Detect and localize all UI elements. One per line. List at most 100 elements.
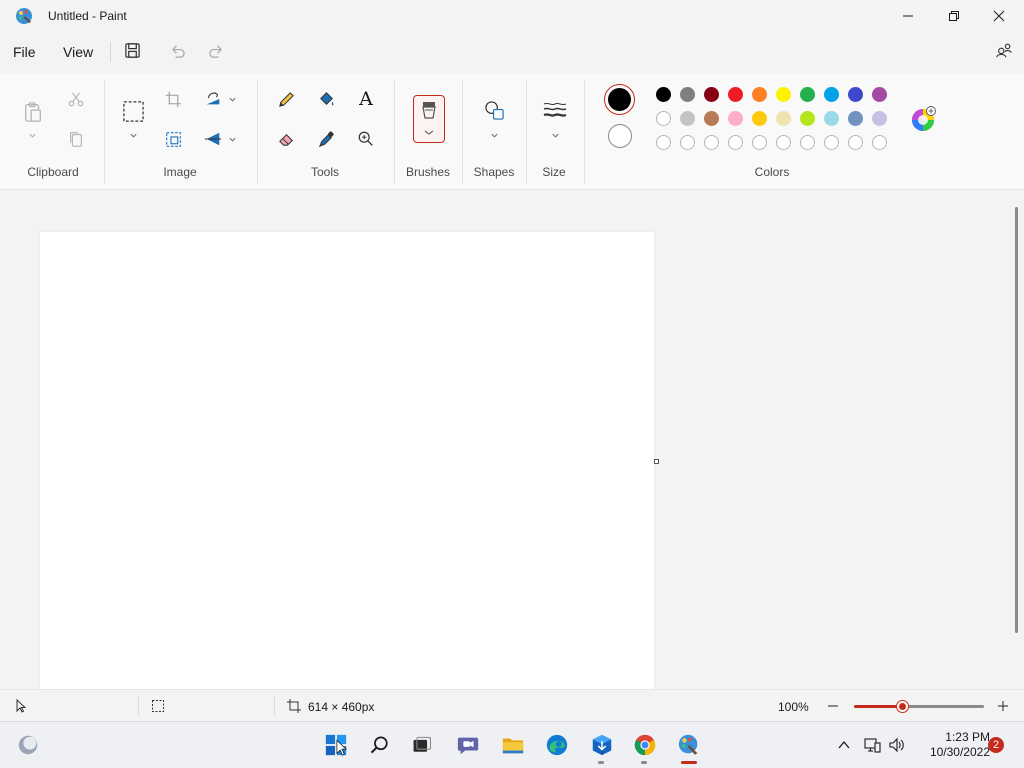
color-swatch[interactable] <box>656 135 671 150</box>
edge-icon[interactable] <box>544 732 570 758</box>
color-swatch[interactable] <box>824 135 839 150</box>
minimize-button[interactable] <box>885 0 931 32</box>
clipboard-group-label: Clipboard <box>27 165 79 179</box>
select-dropdown-chevron-icon[interactable] <box>128 130 138 140</box>
canvas-size-icon <box>287 699 301 713</box>
eraser-icon[interactable] <box>275 128 297 150</box>
flip-dropdown-chevron-icon[interactable] <box>227 134 237 144</box>
paste-icon[interactable] <box>21 100 45 124</box>
color-swatch[interactable] <box>728 87 743 102</box>
task-view-icon[interactable] <box>409 732 435 758</box>
zoom-out-icon[interactable] <box>826 699 840 713</box>
edit-colors-button[interactable] <box>910 106 936 132</box>
color-swatch[interactable] <box>728 111 743 126</box>
paste-dropdown-chevron-icon[interactable] <box>27 130 37 140</box>
color-swatch[interactable] <box>800 111 815 126</box>
zoom-slider-fill <box>854 705 903 708</box>
resize-icon[interactable] <box>162 128 184 150</box>
text-tool-icon[interactable]: A <box>355 88 377 110</box>
minimize-icon <box>903 15 913 17</box>
app-installer-icon[interactable] <box>589 732 615 758</box>
flip-icon[interactable] <box>202 128 224 150</box>
rotate-dropdown-chevron-icon[interactable] <box>227 94 237 104</box>
color-swatch[interactable] <box>872 87 887 102</box>
show-hidden-icons-chevron-icon[interactable] <box>836 737 852 753</box>
color-swatch[interactable] <box>704 87 719 102</box>
zoom-slider[interactable] <box>854 701 984 712</box>
color-swatch[interactable] <box>800 87 815 102</box>
drawing-canvas[interactable] <box>40 232 654 692</box>
color-swatch[interactable] <box>872 135 887 150</box>
copy-icon[interactable] <box>65 128 87 150</box>
zoom-in-icon[interactable] <box>996 699 1010 713</box>
secondary-color-button[interactable] <box>608 124 632 148</box>
cut-icon[interactable] <box>65 88 87 110</box>
select-icon[interactable] <box>121 99 145 123</box>
color-swatch[interactable] <box>656 87 671 102</box>
color-swatch[interactable] <box>848 111 863 126</box>
volume-icon[interactable] <box>888 736 906 754</box>
fill-bucket-icon[interactable] <box>315 88 337 110</box>
color-swatch[interactable] <box>776 135 791 150</box>
zoom-slider-thumb[interactable] <box>897 701 908 712</box>
color-swatch[interactable] <box>656 111 671 126</box>
system-clock[interactable]: 1:23 PM 10/30/2022 <box>914 730 990 760</box>
teams-chat-icon[interactable] <box>455 732 481 758</box>
size-icon[interactable] <box>543 99 567 121</box>
ribbon-divider <box>526 80 527 184</box>
file-explorer-icon[interactable] <box>500 732 526 758</box>
cursor-position-icon <box>14 698 28 713</box>
color-swatch[interactable] <box>680 111 695 126</box>
color-swatch[interactable] <box>824 87 839 102</box>
size-dropdown-chevron-icon[interactable] <box>550 130 560 140</box>
color-swatch[interactable] <box>680 135 695 150</box>
color-swatch[interactable] <box>776 87 791 102</box>
color-swatch[interactable] <box>752 135 767 150</box>
start-icon[interactable] <box>323 732 349 758</box>
network-icon[interactable] <box>863 736 881 754</box>
restore-button[interactable] <box>931 0 977 32</box>
status-divider <box>274 696 275 716</box>
color-swatch[interactable] <box>704 111 719 126</box>
file-menu[interactable]: File <box>13 44 36 60</box>
vertical-scrollbar[interactable] <box>1015 207 1018 633</box>
color-picker-icon[interactable] <box>315 128 337 150</box>
notification-badge[interactable]: 2 <box>988 737 1004 753</box>
brushes-button[interactable] <box>413 95 445 143</box>
paint-icon[interactable] <box>676 732 702 758</box>
zoom-level-text[interactable]: 100% <box>778 700 809 714</box>
color-swatch[interactable] <box>848 135 863 150</box>
pencil-icon[interactable] <box>275 88 297 110</box>
undo-icon[interactable] <box>167 40 187 60</box>
color-swatch[interactable] <box>728 135 743 150</box>
view-menu[interactable]: View <box>63 44 93 60</box>
redo-icon[interactable] <box>206 40 226 60</box>
clock-time: 1:23 PM <box>945 730 990 744</box>
rotate-icon[interactable] <box>202 88 224 110</box>
color-swatch[interactable] <box>776 111 791 126</box>
chrome-icon[interactable] <box>632 732 658 758</box>
search-icon[interactable] <box>367 732 393 758</box>
shapes-icon[interactable] <box>483 99 505 121</box>
share-icon[interactable] <box>994 40 1014 60</box>
color-swatch[interactable] <box>824 111 839 126</box>
color-swatch[interactable] <box>752 111 767 126</box>
widgets-icon[interactable] <box>15 732 41 758</box>
canvas-resize-handle[interactable] <box>654 459 659 464</box>
active-app-indicator <box>681 761 697 764</box>
color-swatch[interactable] <box>704 135 719 150</box>
magnifier-icon[interactable] <box>355 128 377 150</box>
taskbar: 1:23 PM 10/30/2022 2 <box>0 721 1024 768</box>
primary-color-button[interactable] <box>604 84 635 115</box>
color-swatch[interactable] <box>752 87 767 102</box>
close-button[interactable] <box>976 0 1022 32</box>
shapes-dropdown-chevron-icon[interactable] <box>489 130 499 140</box>
image-group-label: Image <box>163 165 197 179</box>
save-icon[interactable] <box>122 40 142 60</box>
color-swatch[interactable] <box>680 87 695 102</box>
color-swatch[interactable] <box>872 111 887 126</box>
crop-icon[interactable] <box>162 88 184 110</box>
size-group-label: Size <box>542 165 566 179</box>
color-swatch[interactable] <box>800 135 815 150</box>
color-swatch[interactable] <box>848 87 863 102</box>
